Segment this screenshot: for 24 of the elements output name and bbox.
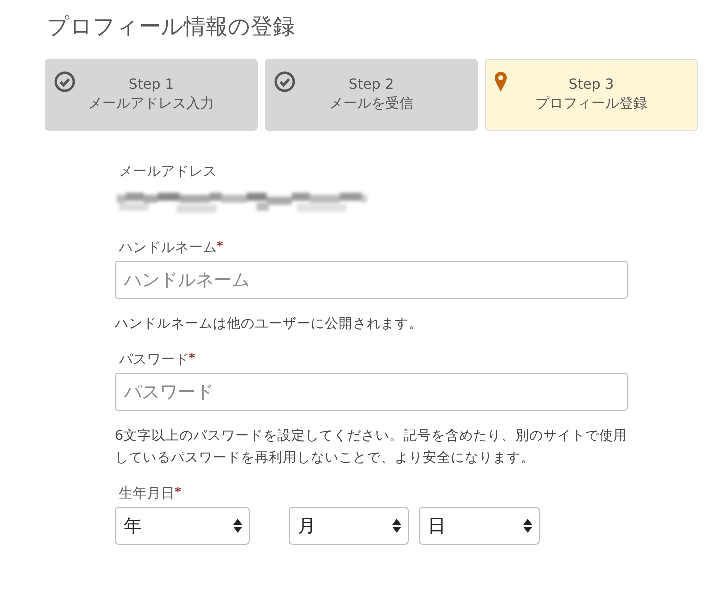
field-label: パスワード* (119, 351, 196, 369)
field-label: 生年月日* (119, 485, 182, 503)
password-input[interactable]: パスワード (115, 373, 628, 411)
location-pin-icon (494, 71, 508, 93)
date-select[interactable]: 年 (115, 507, 250, 545)
step-label: プロフィール登録 (536, 95, 648, 113)
field-label: ハンドルネーム* (119, 239, 224, 257)
date-select[interactable]: 日 (419, 507, 540, 545)
page-title: プロフィール情報の登録 (47, 14, 296, 42)
updown-caret-icon (392, 518, 402, 534)
updown-caret-icon (233, 518, 243, 534)
updown-caret-icon (523, 518, 533, 534)
help-text: ハンドルネームは他のユーザーに公開されます。 (115, 315, 424, 334)
field-label: メールアドレス (119, 163, 218, 181)
step-label: メールアドレス入力 (88, 95, 214, 113)
step-label: メールを受信 (330, 95, 414, 113)
handle-input[interactable]: ハンドルネーム (115, 261, 628, 299)
step-number: Step 2 (348, 77, 394, 93)
step-number: Step 3 (568, 77, 614, 93)
check-circle-icon (54, 71, 76, 93)
date-select[interactable]: 月 (289, 507, 409, 545)
step-number: Step 1 (128, 77, 174, 93)
check-circle-icon (274, 71, 296, 93)
help-text: 6文字以上のパスワードを設定してください。記号を含めたり、別のサイトで使用しているパスワードを再利用しないことで、より安全になります。 (115, 427, 628, 468)
